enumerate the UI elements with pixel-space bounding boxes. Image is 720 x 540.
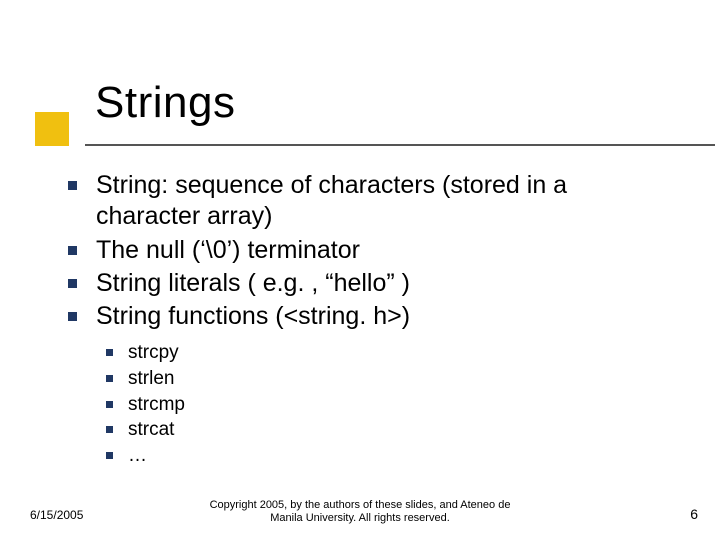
sub-bullet-item: strcat	[106, 417, 668, 443]
bullet-item: String literals ( e.g. , “hello” )	[68, 268, 668, 299]
bullet-list: String: sequence of characters (stored i…	[68, 170, 668, 332]
sub-bullet-item: strcmp	[106, 392, 668, 418]
bullet-item: String: sequence of characters (stored i…	[68, 170, 668, 233]
slide-title: Strings	[95, 78, 235, 128]
sub-bullet-item: …	[106, 443, 668, 469]
sub-bullet-list: strcpy strlen strcmp strcat …	[68, 340, 668, 468]
page-number: 6	[690, 506, 698, 522]
slide-body: String: sequence of characters (stored i…	[68, 170, 668, 468]
sub-bullet-item: strcpy	[106, 340, 668, 366]
footer-copyright-line2: Manila University. All rights reserved.	[270, 512, 450, 524]
title-accent-square	[35, 112, 69, 146]
bullet-item: String functions (<string. h>)	[68, 301, 668, 332]
footer-copyright: Copyright 2005, by the authors of these …	[0, 499, 720, 527]
sub-bullet-item: strlen	[106, 366, 668, 392]
title-underline	[85, 144, 715, 146]
bullet-item: The null (‘\0’) terminator	[68, 235, 668, 266]
slide: Strings String: sequence of characters (…	[0, 0, 720, 540]
footer-copyright-line1: Copyright 2005, by the authors of these …	[210, 499, 511, 511]
